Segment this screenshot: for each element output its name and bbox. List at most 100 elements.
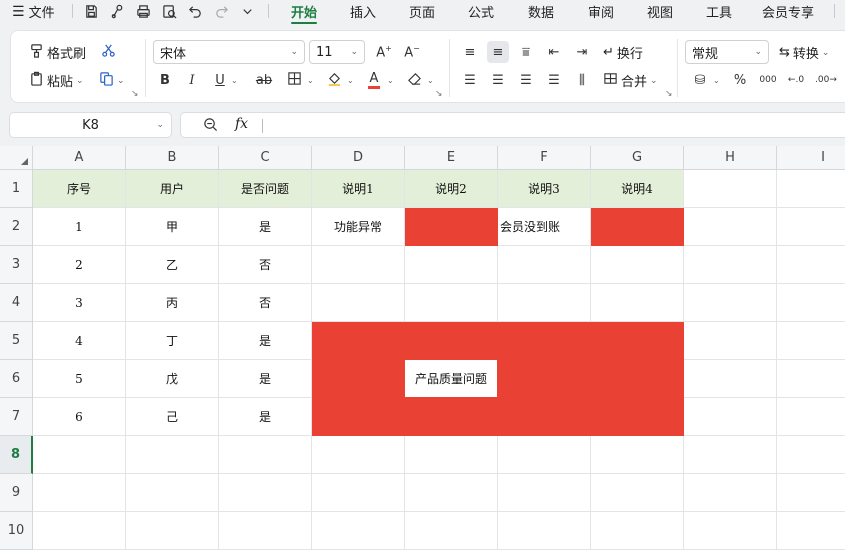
cell-c7[interactable]: 是 — [219, 398, 312, 436]
underline-button[interactable]: U — [209, 69, 231, 91]
zoom-out-icon[interactable] — [203, 117, 218, 136]
cell-c1[interactable]: 是否问题 — [219, 170, 312, 208]
currency-button[interactable]: ⛁ — [689, 69, 711, 91]
align-middle-button[interactable]: ≡ — [487, 41, 509, 63]
copy-button[interactable]: ⌄ — [99, 71, 125, 90]
cell-c6[interactable]: 是 — [219, 360, 312, 398]
paste-button[interactable]: 粘贴 ⌄ — [29, 71, 84, 90]
cell-i1[interactable] — [777, 170, 845, 208]
cell-a1[interactable]: 序号 — [33, 170, 126, 208]
column-header-c[interactable]: C — [219, 146, 312, 170]
column-header-h[interactable]: H — [684, 146, 777, 170]
cell-g4[interactable] — [591, 284, 684, 322]
row-header-8[interactable]: 8 — [0, 436, 33, 474]
bold-button[interactable]: B — [154, 69, 176, 91]
cell-a8[interactable] — [33, 436, 126, 474]
align-center-button[interactable]: ☰ — [487, 69, 509, 91]
cell-a5[interactable]: 4 — [33, 322, 126, 360]
cell-f1[interactable]: 说明3 — [498, 170, 591, 208]
cell-h1[interactable] — [684, 170, 777, 208]
cell-h7[interactable] — [684, 398, 777, 436]
column-header-e[interactable]: E — [405, 146, 498, 170]
cell-b5[interactable]: 丁 — [126, 322, 219, 360]
cell-b8[interactable] — [126, 436, 219, 474]
row-header-2[interactable]: 2 — [0, 208, 33, 246]
cell-b10[interactable] — [126, 512, 219, 550]
cell-c4[interactable]: 否 — [219, 284, 312, 322]
increase-indent-button[interactable]: ⇥ — [571, 41, 593, 63]
cell-f8[interactable] — [498, 436, 591, 474]
name-box[interactable]: K8 ⌄ — [9, 112, 172, 138]
tab-formula[interactable]: 公式 — [468, 2, 494, 21]
column-header-d[interactable]: D — [312, 146, 405, 170]
dialog-launcher-icon[interactable]: ↘ — [435, 89, 443, 99]
undo-icon[interactable] — [186, 2, 204, 20]
cell-d9[interactable] — [312, 474, 405, 512]
increase-decimal-button[interactable]: ←.0 — [785, 69, 807, 91]
cell-h8[interactable] — [684, 436, 777, 474]
cell-h3[interactable] — [684, 246, 777, 284]
cell-i8[interactable] — [777, 436, 845, 474]
row-header-1[interactable]: 1 — [0, 170, 33, 208]
tab-home[interactable]: 开始 — [291, 2, 317, 21]
cell-i6[interactable] — [777, 360, 845, 398]
tab-review[interactable]: 审阅 — [588, 2, 614, 21]
cell-f10[interactable] — [498, 512, 591, 550]
cell-a7[interactable]: 6 — [33, 398, 126, 436]
font-family-select[interactable]: 宋体 ⌄ — [153, 40, 305, 64]
convert-button[interactable]: ⇆ 转换 ⌄ — [779, 43, 829, 62]
cell-a6[interactable]: 5 — [33, 360, 126, 398]
decrease-decimal-button[interactable]: .00→ — [815, 69, 837, 91]
product-quality-label[interactable]: 产品质量问题 — [405, 360, 497, 397]
tab-tools[interactable]: 工具 — [706, 2, 732, 21]
border-button[interactable] — [283, 69, 305, 91]
cell-g1[interactable]: 说明4 — [591, 170, 684, 208]
cell-c2[interactable]: 是 — [219, 208, 312, 246]
column-header-a[interactable]: A — [33, 146, 126, 170]
cell-b3[interactable]: 乙 — [126, 246, 219, 284]
tab-view[interactable]: 视图 — [647, 2, 673, 21]
tab-insert[interactable]: 插入 — [350, 2, 376, 21]
clear-format-button[interactable] — [403, 69, 425, 91]
spreadsheet-grid[interactable]: A B C D E F G H I 1 2 3 4 5 6 7 8 9 10 序… — [0, 146, 845, 554]
save-icon[interactable] — [82, 2, 100, 20]
cell-h5[interactable] — [684, 322, 777, 360]
cell-c5[interactable]: 是 — [219, 322, 312, 360]
redo-icon[interactable] — [212, 2, 230, 20]
cell-c3[interactable]: 否 — [219, 246, 312, 284]
cell-b6[interactable]: 戊 — [126, 360, 219, 398]
cell-f9[interactable] — [498, 474, 591, 512]
cell-d1[interactable]: 说明1 — [312, 170, 405, 208]
merged-red-range[interactable] — [312, 322, 684, 436]
cell-c9[interactable] — [219, 474, 312, 512]
cell-i9[interactable] — [777, 474, 845, 512]
cell-d2[interactable]: 功能异常 — [312, 208, 405, 246]
share-icon[interactable] — [108, 2, 126, 20]
font-size-select[interactable]: 11 ⌄ — [309, 40, 365, 64]
merge-button[interactable]: 合并 ⌄ — [603, 71, 658, 90]
cell-e2[interactable] — [405, 208, 498, 246]
cell-a10[interactable] — [33, 512, 126, 550]
cell-e10[interactable] — [405, 512, 498, 550]
cell-h6[interactable] — [684, 360, 777, 398]
cell-g3[interactable] — [591, 246, 684, 284]
justify-button[interactable]: ☰ — [543, 69, 565, 91]
cell-g10[interactable] — [591, 512, 684, 550]
align-left-button[interactable]: ☰ — [459, 69, 481, 91]
number-format-select[interactable]: 常规 ⌄ — [685, 40, 769, 64]
row-header-7[interactable]: 7 — [0, 398, 33, 436]
cell-h2[interactable] — [684, 208, 777, 246]
cell-e4[interactable] — [405, 284, 498, 322]
format-painter-button[interactable]: 格式刷 — [29, 43, 86, 62]
select-all-corner[interactable] — [0, 146, 33, 170]
cell-i10[interactable] — [777, 512, 845, 550]
cell-e8[interactable] — [405, 436, 498, 474]
print-preview-icon[interactable] — [160, 2, 178, 20]
column-header-i[interactable]: I — [777, 146, 845, 170]
column-header-f[interactable]: F — [498, 146, 591, 170]
tab-page[interactable]: 页面 — [409, 2, 435, 21]
cell-g8[interactable] — [591, 436, 684, 474]
font-color-button[interactable]: A — [363, 69, 385, 91]
print-icon[interactable] — [134, 2, 152, 20]
cell-f3[interactable] — [498, 246, 591, 284]
